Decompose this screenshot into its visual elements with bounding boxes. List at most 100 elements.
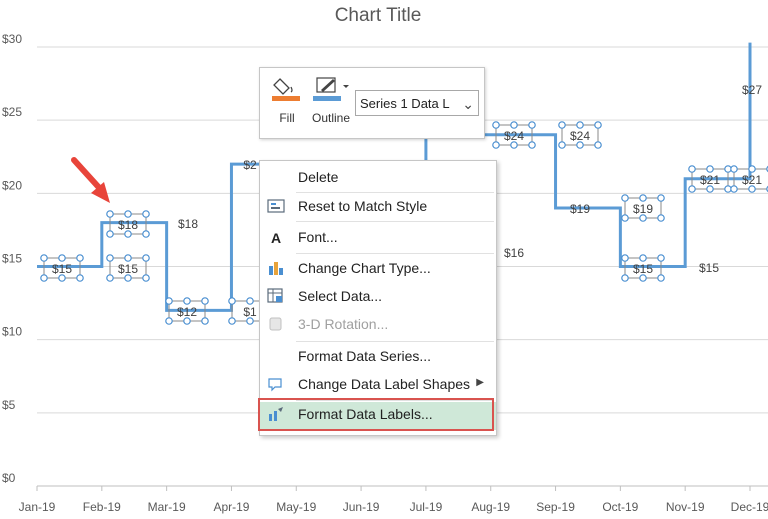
outline-color-swatch: [313, 96, 341, 101]
selection-handle[interactable]: [621, 214, 629, 222]
selection-handle[interactable]: [688, 185, 696, 193]
selection-handle[interactable]: [40, 274, 48, 282]
data-label-selected[interactable]: $19: [621, 194, 665, 222]
x-tick-label: Jan-19: [19, 500, 56, 514]
selection-handle[interactable]: [246, 317, 254, 325]
menu-item-label: 3-D Rotation...: [298, 316, 389, 332]
x-tick-label: Feb-19: [83, 500, 121, 514]
selection-handle[interactable]: [528, 121, 536, 129]
selection-handle[interactable]: [576, 141, 584, 149]
selection-handle[interactable]: [528, 141, 536, 149]
selection-handle[interactable]: [688, 165, 696, 173]
data-label-text[interactable]: $19: [570, 202, 590, 216]
selection-handle[interactable]: [106, 254, 114, 262]
selection-handle[interactable]: [639, 194, 647, 202]
selection-handle[interactable]: [228, 297, 236, 305]
selection-handle[interactable]: [639, 274, 647, 282]
selection-handle[interactable]: [142, 254, 150, 262]
selection-handle[interactable]: [706, 165, 714, 173]
y-axis: $0 $5 $10 $15 $20 $25 $30: [2, 32, 22, 485]
selection-handle[interactable]: [621, 194, 629, 202]
selection-handle[interactable]: [142, 274, 150, 282]
selection-handle[interactable]: [142, 210, 150, 218]
data-label-selected[interactable]: $15: [106, 254, 150, 282]
selection-handle[interactable]: [106, 230, 114, 238]
data-label-text[interactable]: $15: [699, 261, 719, 275]
menu-item-format-data-labels[interactable]: Format Data Labels...: [260, 402, 496, 430]
selection-handle[interactable]: [621, 274, 629, 282]
selection-handle[interactable]: [492, 121, 500, 129]
selection-handle[interactable]: [106, 210, 114, 218]
data-label-text: $24: [570, 129, 590, 143]
selection-handle[interactable]: [142, 230, 150, 238]
chart-element-selector[interactable]: Series 1 Data L ⌄: [355, 90, 479, 116]
menu-separator: [296, 221, 494, 222]
selection-handle[interactable]: [201, 297, 209, 305]
selection-handle[interactable]: [124, 274, 132, 282]
menu-item-label: Change Data Label Shapes: [298, 376, 471, 392]
selection-handle[interactable]: [228, 317, 236, 325]
selection-handle[interactable]: [558, 141, 566, 149]
y-tick-label: $10: [2, 325, 22, 339]
selection-handle[interactable]: [639, 214, 647, 222]
menu-item-font[interactable]: A Font...: [260, 225, 496, 251]
selection-handle[interactable]: [40, 254, 48, 262]
selection-handle[interactable]: [76, 254, 84, 262]
selection-handle[interactable]: [730, 165, 738, 173]
selection-handle[interactable]: [58, 254, 66, 262]
data-label-text[interactable]: $16: [504, 246, 524, 260]
outline-label: Outline: [311, 111, 351, 125]
selection-handle[interactable]: [492, 141, 500, 149]
selection-handle[interactable]: [183, 317, 191, 325]
data-label-text[interactable]: $27: [742, 83, 762, 97]
data-label-text[interactable]: $18: [178, 217, 198, 231]
selection-handle[interactable]: [165, 317, 173, 325]
chart-type-icon: [266, 260, 286, 278]
selection-handle[interactable]: [558, 121, 566, 129]
selection-handle[interactable]: [246, 297, 254, 305]
data-label-selected[interactable]: $24: [558, 121, 602, 149]
selection-handle[interactable]: [657, 214, 665, 222]
menu-item-change-chart-type[interactable]: Change Chart Type...: [260, 256, 496, 282]
fill-button[interactable]: Fill: [272, 76, 302, 125]
selection-handle[interactable]: [183, 297, 191, 305]
selection-handle[interactable]: [106, 274, 114, 282]
selection-handle[interactable]: [639, 254, 647, 262]
data-label-text: $15: [118, 262, 138, 276]
dropdown-caret-icon: [343, 85, 349, 88]
selection-handle[interactable]: [124, 210, 132, 218]
x-tick-label: May-19: [276, 500, 316, 514]
data-label-text: $21: [700, 173, 720, 187]
selection-handle[interactable]: [748, 165, 756, 173]
selection-handle[interactable]: [657, 274, 665, 282]
selection-handle[interactable]: [594, 141, 602, 149]
selection-handle[interactable]: [76, 274, 84, 282]
outline-button[interactable]: Outline: [309, 76, 353, 125]
menu-item-select-data[interactable]: Select Data...: [260, 284, 496, 310]
selection-handle[interactable]: [594, 121, 602, 129]
selection-handle[interactable]: [706, 185, 714, 193]
menu-item-format-data-series[interactable]: Format Data Series...: [260, 344, 496, 370]
selection-handle[interactable]: [576, 121, 584, 129]
chevron-down-icon[interactable]: ⌄: [462, 91, 474, 117]
selection-handle[interactable]: [201, 317, 209, 325]
outline-pen-icon: [313, 77, 349, 101]
selection-handle[interactable]: [730, 185, 738, 193]
selection-handle[interactable]: [510, 121, 518, 129]
selection-handle[interactable]: [657, 254, 665, 262]
selection-handle[interactable]: [58, 274, 66, 282]
selection-handle[interactable]: [165, 297, 173, 305]
menu-separator: [296, 253, 494, 254]
selection-handle[interactable]: [510, 141, 518, 149]
menu-item-change-label-shapes[interactable]: Change Data Label Shapes ▶: [260, 372, 496, 398]
selection-handle[interactable]: [748, 185, 756, 193]
selection-handle[interactable]: [124, 254, 132, 262]
menu-separator: [296, 400, 494, 401]
chart-title[interactable]: Chart Title: [335, 5, 422, 26]
menu-item-delete[interactable]: Delete: [260, 165, 496, 191]
data-label-text[interactable]: $2: [243, 158, 257, 172]
menu-item-reset-style[interactable]: Reset to Match Style: [260, 194, 496, 220]
selection-handle[interactable]: [621, 254, 629, 262]
selection-handle[interactable]: [657, 194, 665, 202]
selection-handle[interactable]: [124, 230, 132, 238]
